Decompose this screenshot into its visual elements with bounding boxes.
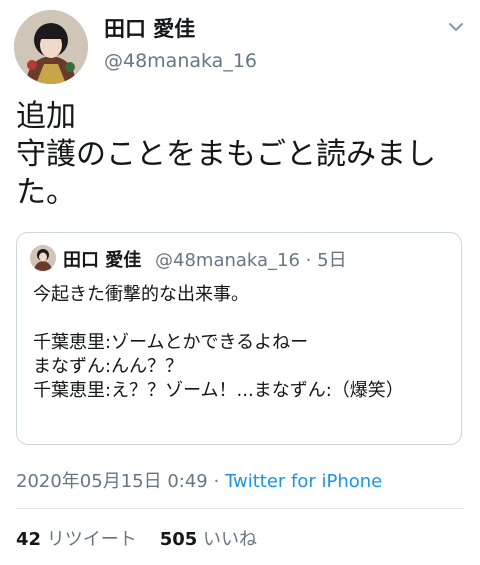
quoted-meta: @48manaka_16 · 5日 xyxy=(155,250,347,271)
author-handle[interactable]: @48manaka_16 xyxy=(104,50,257,72)
retweet-stat[interactable]: 42 リツイート xyxy=(16,529,143,550)
divider xyxy=(16,508,464,509)
avatar[interactable] xyxy=(14,10,88,84)
like-count: 505 xyxy=(159,529,198,550)
quoted-author-name: 田口 愛佳 xyxy=(63,250,142,271)
source-link[interactable]: Twitter for iPhone xyxy=(225,471,382,492)
chevron-down-icon[interactable] xyxy=(445,16,467,38)
retweet-label: リツイート xyxy=(46,529,137,550)
quoted-avatar xyxy=(30,245,56,271)
meta-separator: · xyxy=(213,471,220,492)
quoted-text: 今起きた衝撃的な出来事。 千葉恵里:ゾームとかできるよねー まなずん:んん？？ … xyxy=(33,284,404,401)
timestamp[interactable]: 2020年05月15日 0:49 xyxy=(16,471,208,492)
tweet-meta: 2020年05月15日 0:49 · Twitter for iPhone xyxy=(16,467,382,493)
author-name[interactable]: 田口 愛佳 xyxy=(104,13,195,43)
tweet-text: 追加 守護のことをまもごと読みました。 xyxy=(16,99,436,210)
tweet-stats: 42 リツイート 505 いいね xyxy=(16,525,257,551)
like-label: いいね xyxy=(203,529,258,550)
retweet-count: 42 xyxy=(16,529,42,550)
quoted-tweet[interactable]: 田口 愛佳 @48manaka_16 · 5日 今起きた衝撃的な出来事。 千葉恵… xyxy=(16,232,462,445)
like-stat[interactable]: 505 いいね xyxy=(160,529,257,550)
